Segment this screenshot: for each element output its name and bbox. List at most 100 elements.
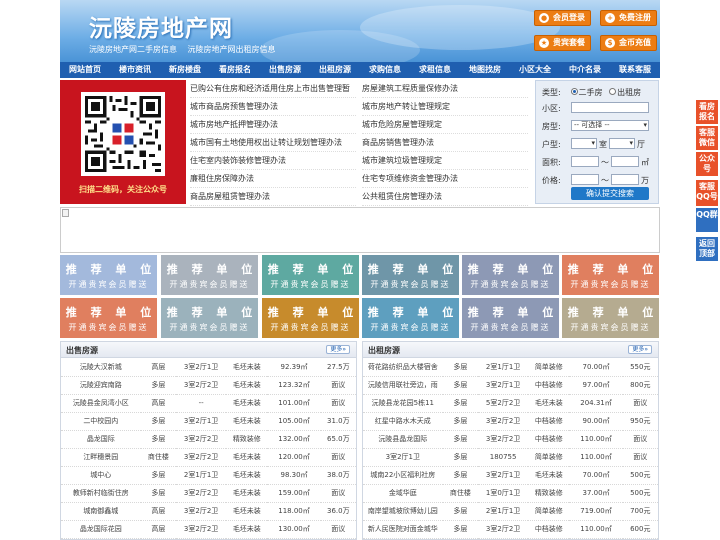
recommended-unit-tile[interactable]: 推 荐 单 位开通贵宾会员赠送 (262, 255, 359, 295)
list-item[interactable]: 城市商品房预售管理办法 (190, 98, 356, 116)
table-cell: 132.00㎡ (267, 430, 321, 449)
float-service-qq[interactable]: 客服QQ号 (696, 180, 718, 206)
list-item[interactable]: 廉租住房保障办法 (190, 170, 356, 188)
login-button[interactable]: ● 会员登录 (534, 10, 591, 26)
table-cell: 700元 (622, 502, 658, 521)
list-item[interactable]: 城市房地产抵押管理办法 (190, 116, 356, 134)
table-row[interactable]: 沅陵迎宾南路 多层 3室2厅2卫 毛坯未装 123.32㎡ 面议 (61, 376, 356, 395)
nav-contact[interactable]: 联系客服 (610, 62, 660, 78)
table-row[interactable]: 沅陵县晶龙国际 多层 3室2厅2卫 中档装修 110.00㎡ 面议 (363, 430, 658, 449)
table-cell: 城中心 (61, 466, 141, 485)
nav-news[interactable]: 楼市资讯 (110, 62, 160, 78)
list-item[interactable]: 公共租赁住房管理办法 (362, 188, 528, 206)
recommended-unit-tile[interactable]: 推 荐 单 位开通贵宾会员赠送 (362, 255, 459, 295)
table-row[interactable]: 荷花路纺织品大楼宿舍 多层 2室1厅1卫 简单装修 70.00㎡ 550元 (363, 358, 658, 377)
recommended-unit-tile[interactable]: 推 荐 单 位开通贵宾会员赠送 (60, 298, 157, 338)
table-row[interactable]: 金域华庭 商住楼 1室0厅1卫 精致装修 37.00㎡ 500元 (363, 484, 658, 503)
nav-agencies[interactable]: 中介名录 (560, 62, 610, 78)
list-item[interactable]: 房屋建筑工程质量保修办法 (362, 80, 528, 98)
nav-viewing-signup[interactable]: 看房报名 (210, 62, 260, 78)
price-max-input[interactable] (611, 174, 639, 185)
table-row[interactable]: 城中心 多层 2室1厅1卫 毛坯未装 98.30㎡ 38.0万 (61, 466, 356, 485)
list-item[interactable]: 住宅专项维修资金管理办法 (362, 170, 528, 188)
recommended-unit-tile[interactable]: 推 荐 单 位开通贵宾会员赠送 (262, 298, 359, 338)
table-row[interactable]: 晶龙国际 多层 3室2厅2卫 精致装修 132.00㎡ 65.0万 (61, 430, 356, 449)
qr-code-icon (81, 92, 165, 176)
recommended-unit-tile[interactable]: 推 荐 单 位开通贵宾会员赠送 (462, 255, 559, 295)
table-row[interactable]: 新人民医院对面金城华 多层 3室2厅2卫 中档装修 110.00㎡ 600元 (363, 520, 658, 539)
table-cell: 多层 (140, 484, 177, 503)
recommended-unit-tile[interactable]: 推 荐 单 位开通贵宾会员赠送 (462, 298, 559, 338)
hall-select[interactable] (609, 138, 635, 149)
table-row[interactable]: 沅陵县龙花园5栋11 多层 5室2厅2卫 毛坯未装 204.31㎡ 面议 (363, 394, 658, 413)
table-row[interactable]: 二中校园内 多层 3室2厅1卫 毛坯未装 105.00㎡ 31.0万 (61, 412, 356, 431)
recommended-unit-tile[interactable]: 推 荐 单 位开通贵宾会员赠送 (562, 298, 659, 338)
list-item[interactable]: 住宅室内装饰装修管理办法 (190, 152, 356, 170)
table-row[interactable]: 城南御鑫城 高层 3室2厅2卫 毛坯未装 118.00㎡ 36.0万 (61, 502, 356, 521)
vip-package-button[interactable]: ★ 贵宾套餐 (534, 35, 591, 51)
recommended-unit-tile[interactable]: 推 荐 单 位开通贵宾会员赠送 (60, 255, 157, 295)
table-cell: 98.30㎡ (267, 466, 321, 485)
nav-map-search[interactable]: 地图找房 (460, 62, 510, 78)
tile-title: 推 荐 单 位 (467, 263, 559, 276)
table-row[interactable]: 红星中路水木天成 多层 3室2厅2卫 中档装修 90.00㎡ 950元 (363, 412, 658, 431)
float-official-account[interactable]: 公众号 (696, 152, 718, 176)
list-item[interactable]: 商品房销售管理办法 (362, 134, 528, 152)
list-item[interactable]: 已购公有住房和经济适用住房上市出售管理暂 (190, 80, 356, 98)
tile-title: 推 荐 单 位 (367, 263, 459, 276)
coin-recharge-button[interactable]: $ 金币充值 (600, 35, 657, 51)
area-min-input[interactable] (571, 156, 599, 167)
register-button[interactable]: + 免费注册 (600, 10, 657, 26)
nav-home[interactable]: 网站首页 (60, 62, 110, 78)
nav-wanted-buy[interactable]: 求购信息 (360, 62, 410, 78)
qr-caption: 扫描二维码，关注公众号 (79, 185, 167, 194)
radio-secondhand[interactable] (570, 88, 578, 95)
table-row[interactable]: 晶龙国际花园 高层 3室2厅2卫 毛坯未装 130.00㎡ 面议 (61, 520, 356, 539)
table-row[interactable]: 南岸望城坡欣博幼儿园 多层 2室1厅1卫 简单装修 719.00㎡ 700元 (363, 502, 658, 521)
float-viewing-signup[interactable]: 看房报名 (696, 100, 718, 124)
float-service-wechat[interactable]: 客服微信 (696, 126, 718, 150)
list-item[interactable]: 城市建筑垃圾管理规定 (362, 152, 528, 170)
table-cell: 3室2厅2卫 (176, 430, 227, 449)
nav-for-rent[interactable]: 出租房源 (310, 62, 360, 78)
housetype-select[interactable]: -- 可选择 -- (571, 120, 649, 131)
community-input[interactable] (571, 102, 649, 113)
table-cell: 中档装修 (528, 412, 570, 431)
list-item[interactable]: 城市国有土地使用权出让转让规划管理办法 (190, 134, 356, 152)
nav-communities[interactable]: 小区大全 (510, 62, 560, 78)
table-row[interactable]: 江畔穗景园 商住楼 3室2厅2卫 毛坯未装 120.00㎡ 面议 (61, 448, 356, 467)
recommended-unit-tile[interactable]: 推 荐 单 位开通贵宾会员赠送 (161, 255, 258, 295)
table-row[interactable]: 沅陵县金凤湾小区 高层 -- 毛坯未装 101.00㎡ 面议 (61, 394, 356, 413)
radio-rental[interactable] (609, 88, 617, 95)
more-rent-button[interactable]: 更多» (628, 345, 652, 354)
recommended-unit-tile[interactable]: 推 荐 单 位开通贵宾会员赠送 (362, 298, 459, 338)
table-cell: 晶龙国际 (61, 430, 141, 449)
area-max-input[interactable] (611, 156, 639, 167)
site-title[interactable]: 沅陵房地产网 (89, 9, 233, 43)
recommended-unit-tile[interactable]: 推 荐 单 位开通贵宾会员赠送 (562, 255, 659, 295)
table-cell: 简单装修 (528, 358, 570, 377)
price-min-input[interactable] (571, 174, 599, 185)
room-select[interactable] (571, 138, 597, 149)
search-submit-button[interactable]: 确认提交搜索 (571, 187, 649, 200)
list-item[interactable]: 商品房屋租赁管理办法 (190, 188, 356, 206)
table-row[interactable]: 沅陵大汉新城 高层 3室2厅1卫 毛坯未装 92.39㎡ 27.5万 (61, 358, 356, 377)
float-qq-group[interactable]: QQ群 (696, 208, 718, 232)
table-cell: 110.00㎡ (569, 448, 623, 467)
table-row[interactable]: 教师新村临街住房 多层 3室2厅2卫 毛坯未装 159.00㎡ 面议 (61, 484, 356, 503)
nav-new-homes[interactable]: 新房楼盘 (160, 62, 210, 78)
table-row[interactable]: 沅陵信用联社旁边，雨 多层 3室2厅1卫 中档装修 97.00㎡ 800元 (363, 376, 658, 395)
table-cell: 1室0厅1卫 (478, 484, 529, 503)
list-item[interactable]: 城市房地产转让管理规定 (362, 98, 528, 116)
table-row[interactable]: 3室2厅1卫 多层 180755 简单装修 110.00㎡ 面议 (363, 448, 658, 467)
float-back-to-top[interactable]: 返回顶部 (696, 237, 718, 261)
nav-for-sale[interactable]: 出售房源 (260, 62, 310, 78)
banner-ad[interactable] (60, 207, 660, 253)
more-sale-button[interactable]: 更多» (326, 345, 350, 354)
recommended-unit-tile[interactable]: 推 荐 单 位开通贵宾会员赠送 (161, 298, 258, 338)
table-row[interactable]: 城南22小区福利社房 多层 3室2厅1卫 毛坯未装 70.00㎡ 500元 (363, 466, 658, 485)
table-cell: 高层 (140, 358, 177, 377)
table-cell: 3室2厅2卫 (176, 448, 227, 467)
list-item[interactable]: 城市危险房屋管理规定 (362, 116, 528, 134)
nav-wanted-rent[interactable]: 求租信息 (410, 62, 460, 78)
